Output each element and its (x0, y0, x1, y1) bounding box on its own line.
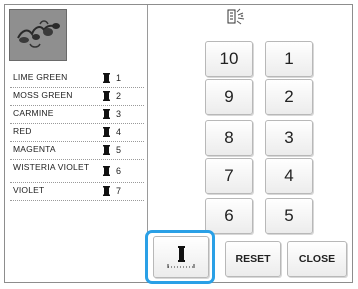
thread-list: LIME GREEN 1 MOSS GREEN 2 CARMINE 3 RED … (10, 70, 144, 201)
thread-spool-icon (103, 91, 110, 101)
thread-row: VIOLET 7 (10, 183, 144, 201)
keypad-button-5[interactable]: 5 (265, 198, 313, 234)
keypad-button-7[interactable]: 7 (205, 158, 253, 194)
thread-name: MAGENTA (13, 144, 56, 154)
thread-row: MAGENTA 5 (10, 142, 144, 160)
thread-number: 7 (116, 186, 122, 196)
close-button[interactable]: CLOSE (287, 241, 347, 277)
thread-spool-icon (103, 145, 110, 155)
thread-name: MOSS GREEN (13, 90, 73, 100)
keypad-button-8[interactable]: 8 (205, 120, 253, 156)
thread-spool-icon (103, 166, 110, 176)
keypad-button-4[interactable]: 4 (265, 158, 313, 194)
thread-number: 5 (116, 145, 122, 155)
thread-name: CARMINE (13, 108, 54, 118)
thread-name: WISTERIA VIOLET (13, 162, 90, 172)
keypad-button-2[interactable]: 2 (265, 79, 313, 115)
keypad-button-1[interactable]: 1 (265, 41, 313, 77)
reset-button[interactable]: RESET (225, 241, 281, 277)
keypad-button-9[interactable]: 9 (205, 79, 253, 115)
thread-number: 6 (116, 166, 122, 176)
thread-row: RED 4 (10, 124, 144, 142)
keypad-button-10[interactable]: 10 (205, 41, 253, 77)
thread-name: LIME GREEN (13, 72, 68, 82)
thread-spool-icon (103, 73, 110, 83)
thread-row: LIME GREEN 1 (10, 70, 144, 88)
embroidery-preview-icon (17, 20, 60, 48)
thread-row: WISTERIA VIOLET 6 (10, 160, 144, 183)
thread-list-panel: LIME GREEN 1 MOSS GREEN 2 CARMINE 3 RED … (6, 6, 146, 281)
keypad-button-6[interactable]: 6 (205, 198, 253, 234)
needle-bar-spool-icon (167, 246, 195, 268)
thread-number: 1 (116, 73, 122, 83)
zoom-magnifier-icon (227, 8, 245, 25)
thread-spool-icon (103, 186, 110, 196)
embroidery-preview (9, 9, 67, 61)
needle-bar-spool-button[interactable] (153, 236, 209, 278)
thread-spool-icon (103, 109, 110, 119)
thread-number: 3 (116, 109, 122, 119)
thread-number: 4 (116, 127, 122, 137)
thread-name: VIOLET (13, 185, 45, 195)
thread-row: MOSS GREEN 2 (10, 88, 144, 106)
thread-row: CARMINE 3 (10, 106, 144, 124)
thread-number: 2 (116, 91, 122, 101)
keypad-button-3[interactable]: 3 (265, 120, 313, 156)
thread-name: RED (13, 126, 32, 136)
thread-spool-icon (103, 127, 110, 137)
